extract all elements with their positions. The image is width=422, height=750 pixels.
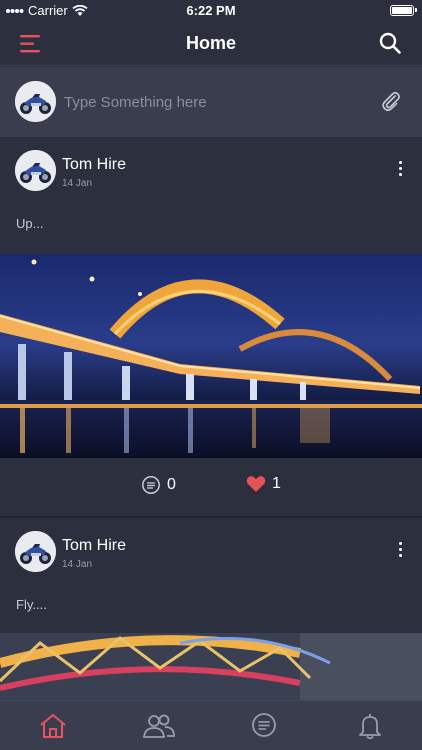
motorcycle-icon <box>15 81 56 122</box>
motorcycle-icon <box>15 531 56 572</box>
heart-icon <box>246 476 266 492</box>
post-text: Fly.... <box>16 597 47 612</box>
comment-count: 0 <box>167 476 176 493</box>
comment-button[interactable]: 0 <box>141 475 176 495</box>
messages-icon[interactable] <box>249 712 279 740</box>
battery-icon <box>390 5 417 16</box>
post-composer <box>0 67 422 137</box>
comment-icon <box>142 476 160 494</box>
bridge-photo <box>0 633 422 700</box>
like-button[interactable]: 1 <box>246 475 281 493</box>
nav-bar: Home <box>0 22 422 66</box>
post-actions: 0 1 <box>0 458 422 516</box>
post-input[interactable] <box>64 90 364 114</box>
author-name[interactable]: Tom Hire <box>62 156 126 174</box>
search-icon[interactable] <box>378 31 402 55</box>
avatar[interactable] <box>15 81 56 122</box>
paperclip-icon[interactable] <box>380 90 402 112</box>
post-image[interactable] <box>0 254 422 458</box>
more-options-icon[interactable] <box>394 161 406 181</box>
more-options-icon[interactable] <box>394 542 406 562</box>
post-date: 14 Jan <box>62 559 93 570</box>
author-name[interactable]: Tom Hire <box>62 537 126 555</box>
post-card: Tom Hire 14 Jan Fly.... <box>0 518 422 700</box>
home-icon[interactable] <box>38 712 68 740</box>
motorcycle-icon <box>15 150 56 191</box>
notifications-icon[interactable] <box>355 712 385 740</box>
post-text: Up... <box>16 216 44 231</box>
avatar[interactable] <box>15 531 56 572</box>
friends-icon[interactable] <box>142 712 176 740</box>
bridge-photo <box>0 254 422 458</box>
status-bar: Carrier 6:22 PM <box>0 0 422 22</box>
tab-bar <box>0 700 422 750</box>
page-title: Home <box>185 33 236 53</box>
post-date: 14 Jan <box>62 178 93 189</box>
avatar[interactable] <box>15 150 56 191</box>
post-card: Tom Hire 14 Jan Up... 0 1 <box>0 137 422 516</box>
post-image[interactable] <box>0 633 422 700</box>
like-count: 1 <box>272 475 281 492</box>
clock: 6:22 PM <box>186 3 236 18</box>
